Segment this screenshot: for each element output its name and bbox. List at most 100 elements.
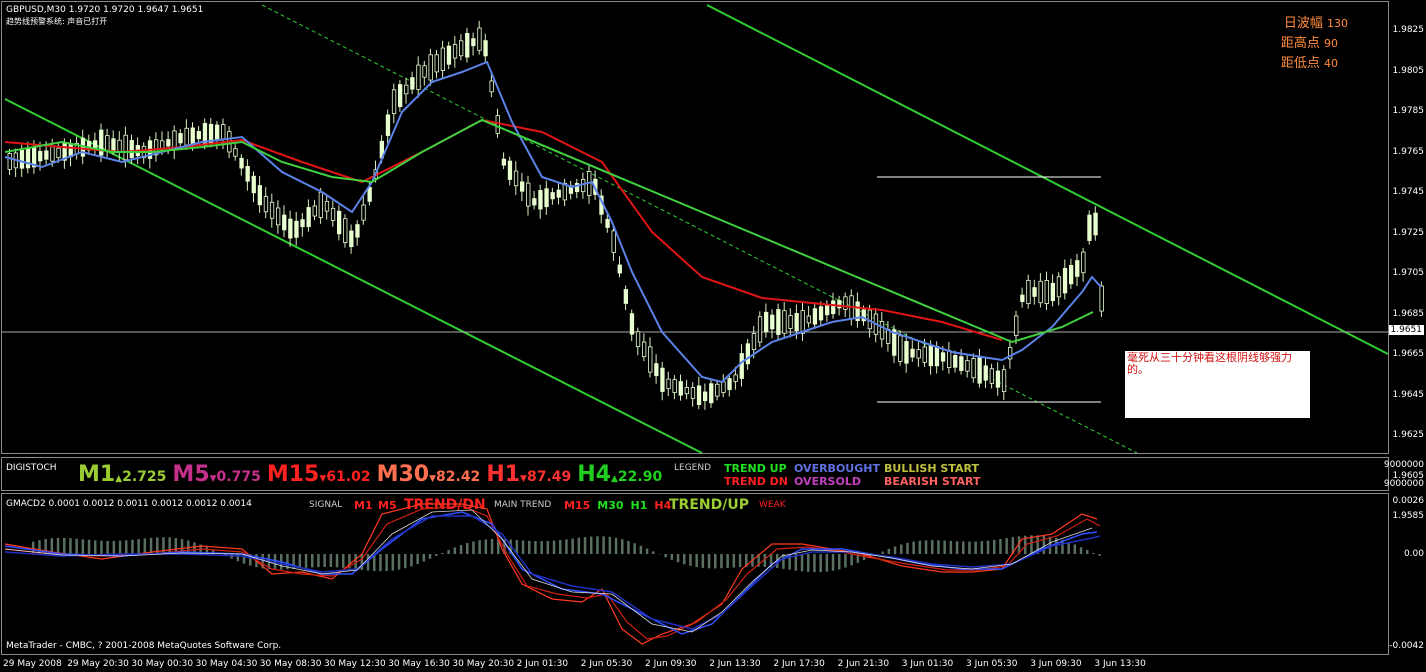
histogram-bar <box>986 540 990 554</box>
histogram-bar <box>602 536 605 554</box>
candle-body <box>184 127 189 146</box>
histogram-bar <box>838 554 841 570</box>
candle-body <box>526 182 531 207</box>
timeframe-row: M1▲2.725 M5▼0.775 M15▼61.02 M30▼82.42 H1▼87.… <box>78 462 668 487</box>
histogram-bar <box>168 537 171 554</box>
candle-body <box>214 124 220 142</box>
candle-body <box>233 148 238 157</box>
macd-line-blue-1 <box>4 511 1098 635</box>
histogram-bar <box>955 541 959 554</box>
digistoch-pane[interactable]: DIGISTOCH M1▲2.725 M5▼0.775 M15▼61.02 M30▼8… <box>1 457 1389 491</box>
candle-body <box>965 360 970 372</box>
histogram-bar <box>410 554 413 567</box>
legend-bearish-start: BEARISH START <box>884 475 981 488</box>
candle-body <box>806 315 811 324</box>
candle-body <box>1026 279 1031 305</box>
gmacd-pane[interactable]: GMACD2 0.0001 0.0012 0.0011 0.0012 0.001… <box>1 493 1389 655</box>
price-tick: 1.9765 <box>1392 146 1425 157</box>
time-tick: 2 Jun 13:30 <box>709 659 761 669</box>
histogram-bar <box>850 554 853 566</box>
candle-body <box>483 40 488 57</box>
candle-body <box>117 139 122 153</box>
timeframe-value: 0.775 <box>216 469 261 485</box>
candle-body <box>105 135 110 151</box>
candle-body <box>465 32 470 58</box>
candle-body <box>330 207 336 221</box>
candle-body <box>361 204 366 221</box>
candle-body <box>666 378 671 389</box>
histogram-bar <box>943 540 946 554</box>
annotation-note-box[interactable]: 毫死从三十分钟看这根阴线够强力的。 <box>1125 351 1310 418</box>
candle-body <box>934 346 940 367</box>
histogram-bar <box>379 554 382 572</box>
histogram-bar <box>317 554 320 568</box>
macd-line-white <box>4 509 1093 633</box>
candle-body <box>190 127 195 145</box>
price-tick: 1.9745 <box>1392 187 1425 197</box>
candle-body <box>306 207 311 228</box>
candle-body <box>404 84 409 95</box>
candle-body <box>501 158 507 166</box>
candle-body <box>1032 287 1037 297</box>
candle-body <box>928 344 933 367</box>
timeframe-m1: M1▲2.725 <box>78 462 166 487</box>
price-tick: 1.9665 <box>1392 349 1425 359</box>
macd-line-blue-2 <box>4 515 1101 630</box>
candle-body <box>7 153 12 170</box>
candle-body <box>1038 280 1043 304</box>
histogram-bar <box>422 554 426 562</box>
candle-body <box>550 192 555 200</box>
candle-body <box>56 147 61 159</box>
price-chart-pane[interactable]: GBPUSD,M30 1.9720 1.9720 1.9647 1.9651 趋… <box>1 1 1389 454</box>
candle-body <box>672 379 677 393</box>
time-tick: 2 Jun 01:30 <box>516 659 569 669</box>
candle-body <box>288 218 293 239</box>
histogram-bar <box>695 554 698 568</box>
gmacd-axis: 0.0026 0.00 -0.0042 <box>1389 493 1426 655</box>
legend-oversold: OVERSOLD <box>794 475 861 488</box>
candle-body <box>25 148 31 169</box>
histogram-bar <box>800 554 804 572</box>
time-tick: 29 May 20:30 <box>67 659 129 669</box>
timeframe-label: M5 <box>172 462 210 487</box>
candle-body <box>953 354 958 368</box>
timeframe-m30: M30▼82.42 <box>377 462 481 487</box>
histogram-bar <box>490 539 494 554</box>
time-tick: 30 May 12:30 <box>324 659 386 669</box>
candle-body <box>355 224 360 238</box>
histogram-bar <box>639 545 643 554</box>
digistoch-axis-bottom: 9000000 <box>1383 479 1424 489</box>
histogram-bar <box>999 539 1002 554</box>
candle-body <box>635 331 641 347</box>
histogram-bar <box>453 547 457 554</box>
histogram-bar <box>242 554 246 564</box>
candle-body <box>129 140 134 158</box>
histogram-bar <box>385 554 388 572</box>
histogram-bar <box>924 540 928 554</box>
histogram-bar <box>900 544 903 554</box>
candle-body <box>111 138 116 151</box>
histogram-bar <box>844 554 847 568</box>
histogram-bar <box>391 554 395 571</box>
candle-body <box>507 160 513 180</box>
histogram-bar <box>478 540 481 554</box>
histogram-bar <box>726 554 729 568</box>
histogram-bar <box>1073 544 1077 554</box>
candle-body <box>44 150 49 160</box>
annotation-note-text: 毫死从三十分钟看这根阴线够强力的。 <box>1127 351 1292 376</box>
histogram-bar <box>360 554 364 570</box>
gmacd-axis-bottom: -0.0042 <box>1389 641 1424 651</box>
histogram-bar <box>540 541 543 554</box>
time-tick: 30 May 04:30 <box>195 659 258 669</box>
histogram-bar <box>63 537 66 554</box>
histogram-bar <box>100 540 103 554</box>
histogram-bar <box>559 540 562 554</box>
histogram-bar <box>447 550 450 554</box>
histogram-bar <box>893 546 897 554</box>
histogram-bar <box>552 540 556 554</box>
histogram-bar <box>441 552 444 554</box>
timeframe-arrow-icon: ▼ <box>520 474 527 484</box>
candle-body <box>940 352 946 362</box>
candle-body <box>776 309 781 335</box>
candle-body <box>605 218 610 228</box>
